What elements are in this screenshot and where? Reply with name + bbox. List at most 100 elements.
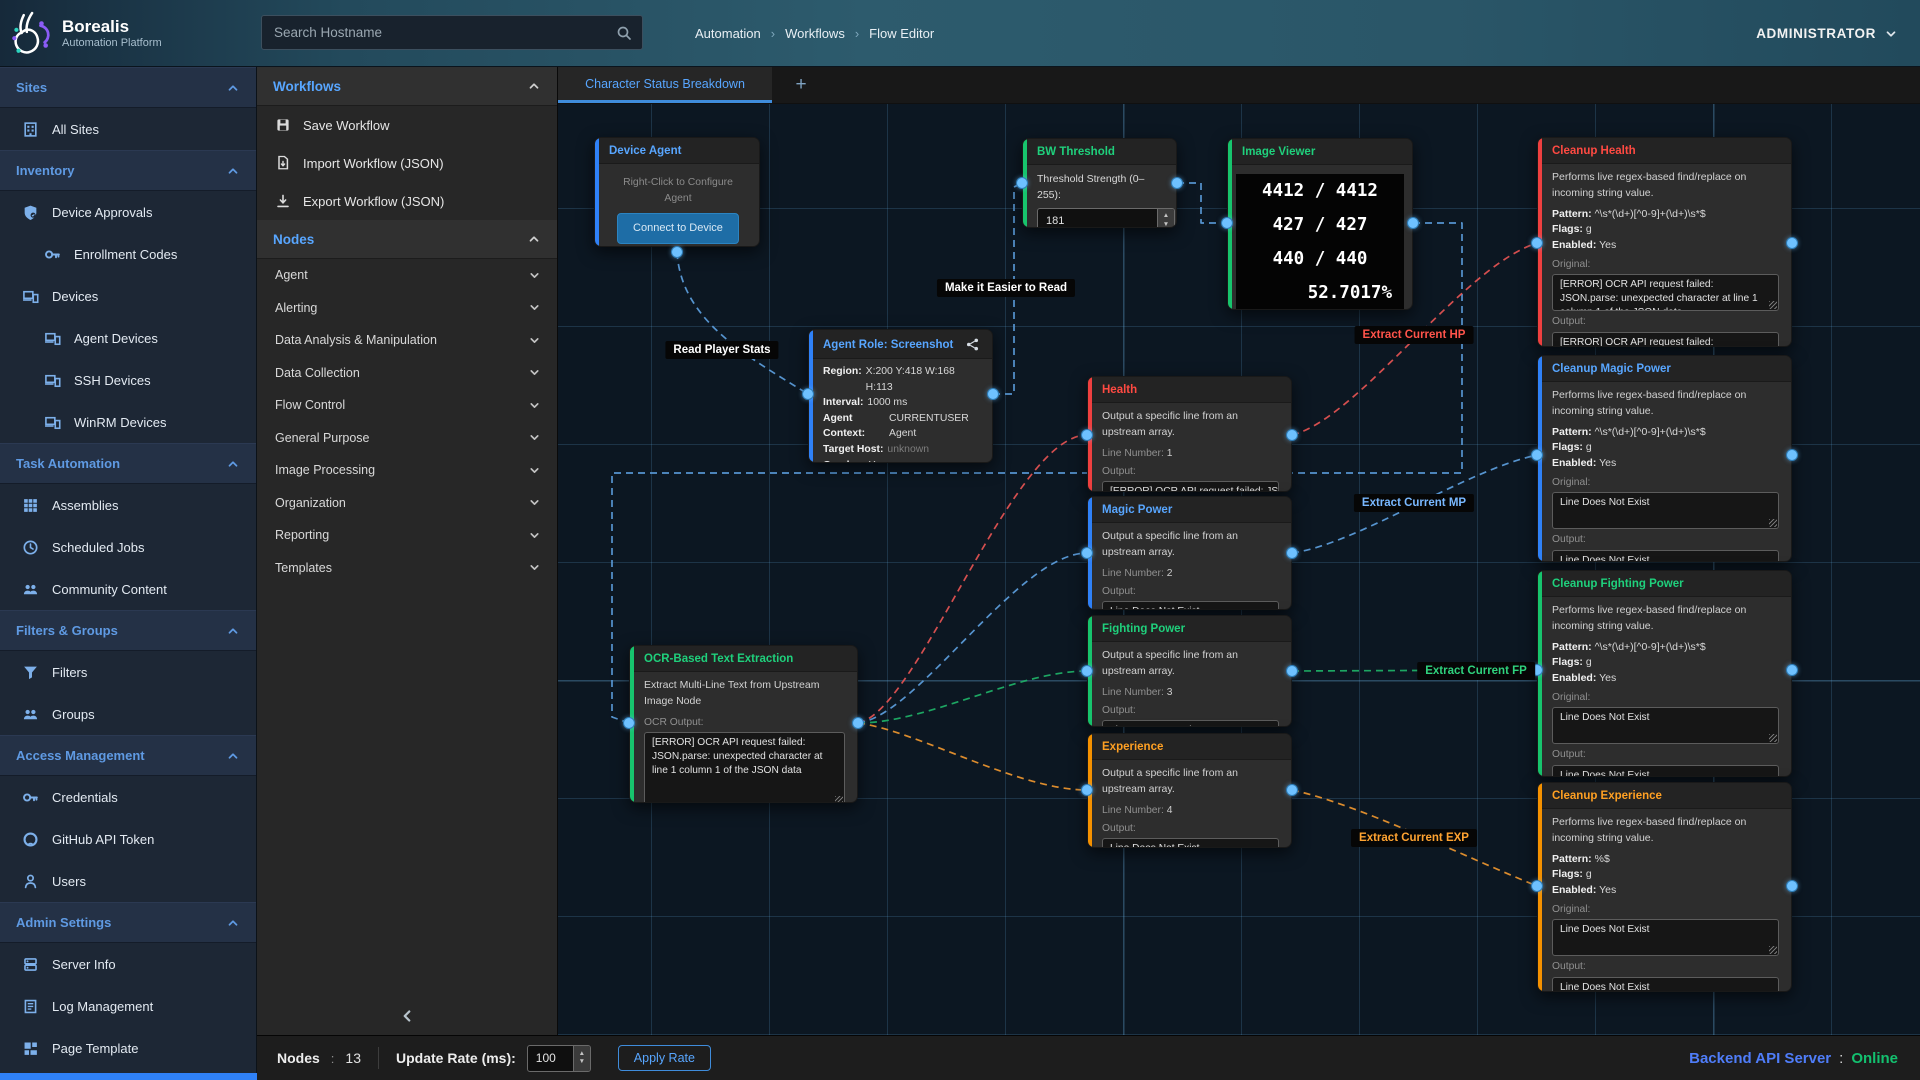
- sidebar-item-assemblies[interactable]: Assemblies: [0, 484, 256, 526]
- node-category-image-processing[interactable]: Image Processing: [257, 454, 557, 487]
- sidebar-section-task-automation[interactable]: Task Automation: [0, 443, 256, 484]
- tab-character-status-breakdown[interactable]: Character Status Breakdown: [558, 67, 772, 103]
- output-textarea[interactable]: Line Does Not Exist: [1102, 601, 1279, 610]
- sidebar-section-access-management[interactable]: Access Management: [0, 735, 256, 776]
- output-textarea[interactable]: [ERROR] OCR API request failed: JSON.par…: [1102, 481, 1279, 492]
- output-textarea[interactable]: Line Does Not Exist: [1102, 720, 1279, 727]
- sidebar-item-ssh-devices[interactable]: SSH Devices: [0, 359, 256, 401]
- panel-header-nodes[interactable]: Nodes: [257, 220, 557, 259]
- sidebar-item-filters[interactable]: Filters: [0, 651, 256, 693]
- node-category-flow-control[interactable]: Flow Control: [257, 389, 557, 422]
- port-cleanup-health-in[interactable]: [1531, 237, 1543, 249]
- new-tab-button[interactable]: +: [772, 67, 830, 103]
- node-category-data-collection[interactable]: Data Collection: [257, 357, 557, 390]
- node-cleanup-magic-power[interactable]: Cleanup Magic Power Performs live regex-…: [1537, 355, 1792, 562]
- port-cleanup-mp-out[interactable]: [1786, 449, 1798, 461]
- sidebar-item-server-info[interactable]: Server Info: [0, 943, 256, 985]
- port-magic-power-out[interactable]: [1286, 547, 1298, 559]
- share-icon[interactable]: [965, 337, 980, 352]
- port-health-out[interactable]: [1286, 429, 1298, 441]
- spinner-control[interactable]: ▲▼: [1157, 209, 1174, 229]
- port-cleanup-mp-in[interactable]: [1531, 449, 1543, 461]
- collapse-panel-button[interactable]: [257, 1007, 557, 1025]
- port-agent-role-in[interactable]: [802, 388, 814, 400]
- node-fighting-power[interactable]: Fighting Power Output a specific line fr…: [1087, 615, 1292, 727]
- brand[interactable]: Borealis Automation Platform: [8, 0, 258, 67]
- node-bw-threshold[interactable]: BW Threshold Threshold Strength (0–255):…: [1022, 138, 1177, 228]
- breadcrumb-workflows[interactable]: Workflows: [785, 26, 845, 41]
- port-bw-threshold-out[interactable]: [1171, 177, 1183, 189]
- port-device-agent-out[interactable]: [671, 246, 683, 258]
- output-textarea[interactable]: Line Does Not Exist: [1552, 765, 1779, 777]
- port-health-in[interactable]: [1081, 429, 1093, 441]
- node-cleanup-health[interactable]: Cleanup Health Performs live regex-based…: [1537, 137, 1792, 347]
- sidebar-item-log-management[interactable]: Log Management: [0, 985, 256, 1027]
- output-textarea[interactable]: Line Does Not Exist: [1552, 550, 1779, 562]
- threshold-input[interactable]: [1038, 209, 1157, 229]
- port-fighting-power-in[interactable]: [1081, 665, 1093, 677]
- user-menu[interactable]: ADMINISTRATOR: [1756, 0, 1898, 67]
- sidebar-item-devices[interactable]: Devices: [0, 275, 256, 317]
- port-agent-role-out[interactable]: [987, 388, 999, 400]
- connect-to-device-button[interactable]: Connect to Device: [617, 213, 738, 244]
- node-category-agent[interactable]: Agent: [257, 259, 557, 292]
- sidebar-item-credentials[interactable]: Credentials: [0, 776, 256, 818]
- original-textarea[interactable]: Line Does Not Exist: [1552, 492, 1779, 529]
- output-textarea[interactable]: [ERROR] OCR API request failed: JSON.par…: [1552, 332, 1779, 347]
- port-experience-out[interactable]: [1286, 784, 1298, 796]
- sidebar-item-agent-devices[interactable]: Agent Devices: [0, 317, 256, 359]
- node-experience[interactable]: Experience Output a specific line from a…: [1087, 733, 1292, 848]
- flow-canvas[interactable]: Read Player Stats Make it Easier to Read…: [558, 104, 1920, 1035]
- sidebar-item-page-template[interactable]: Page Template: [0, 1027, 256, 1069]
- node-agent-role-screenshot[interactable]: Agent Role: Screenshot Region:X:200 Y:41…: [808, 329, 993, 463]
- sidebar-item-all-sites[interactable]: All Sites: [0, 108, 256, 150]
- search-input[interactable]: [262, 25, 616, 40]
- breadcrumb-automation[interactable]: Automation: [695, 26, 761, 41]
- sidebar-item-github-api-token[interactable]: GitHub API Token: [0, 818, 256, 860]
- save-workflow-button[interactable]: Save Workflow: [257, 106, 557, 144]
- node-cleanup-fighting-power[interactable]: Cleanup Fighting Power Performs live reg…: [1537, 570, 1792, 777]
- node-category-organization[interactable]: Organization: [257, 487, 557, 520]
- node-ocr-text-extraction[interactable]: OCR-Based Text Extraction Extract Multi-…: [629, 645, 858, 803]
- original-textarea[interactable]: [ERROR] OCR API request failed: JSON.par…: [1552, 274, 1779, 311]
- breadcrumb-flow-editor[interactable]: Flow Editor: [869, 26, 934, 41]
- node-cleanup-experience[interactable]: Cleanup Experience Performs live regex-b…: [1537, 782, 1792, 992]
- node-category-reporting[interactable]: Reporting: [257, 519, 557, 552]
- update-rate-input[interactable]: [528, 1046, 573, 1071]
- sidebar-section-admin-settings[interactable]: Admin Settings: [0, 902, 256, 943]
- sidebar-item-users[interactable]: Users: [0, 860, 256, 902]
- output-textarea[interactable]: Line Does Not Exist: [1552, 977, 1779, 992]
- port-cleanup-fp-out[interactable]: [1786, 664, 1798, 676]
- spinner-control[interactable]: ▲▼: [573, 1046, 590, 1071]
- ocr-output-textarea[interactable]: [ERROR] OCR API request failed: JSON.par…: [644, 732, 845, 803]
- port-cleanup-exp-in[interactable]: [1531, 880, 1543, 892]
- sidebar-item-community-content[interactable]: Community Content: [0, 568, 256, 610]
- sidebar-item-device-approvals[interactable]: Device Approvals: [0, 191, 256, 233]
- node-device-agent[interactable]: Device Agent Right-Click to Configure Ag…: [594, 137, 760, 247]
- node-category-alerting[interactable]: Alerting: [257, 292, 557, 325]
- sidebar-section-filters-groups[interactable]: Filters & Groups: [0, 610, 256, 651]
- port-bw-threshold-in[interactable]: [1016, 177, 1028, 189]
- node-category-templates[interactable]: Templates: [257, 552, 557, 585]
- panel-header-workflows[interactable]: Workflows: [257, 67, 557, 106]
- original-textarea[interactable]: Line Does Not Exist: [1552, 919, 1779, 956]
- port-image-viewer-out[interactable]: [1407, 217, 1419, 229]
- port-ocr-in[interactable]: [623, 717, 635, 729]
- port-ocr-out[interactable]: [852, 717, 864, 729]
- sidebar-item-enrollment-codes[interactable]: Enrollment Codes: [0, 233, 256, 275]
- node-magic-power[interactable]: Magic Power Output a specific line from …: [1087, 496, 1292, 610]
- sidebar-item-scheduled-jobs[interactable]: Scheduled Jobs: [0, 526, 256, 568]
- port-cleanup-exp-out[interactable]: [1786, 880, 1798, 892]
- node-image-viewer[interactable]: Image Viewer 4412 / 4412 427 / 427 440 /…: [1227, 138, 1413, 310]
- sidebar-section-inventory[interactable]: Inventory: [0, 150, 256, 191]
- node-category-general-purpose[interactable]: General Purpose: [257, 422, 557, 455]
- sidebar-section-sites[interactable]: Sites: [0, 67, 256, 108]
- sidebar-item-winrm-devices[interactable]: WinRM Devices: [0, 401, 256, 443]
- port-fighting-power-out[interactable]: [1286, 665, 1298, 677]
- original-textarea[interactable]: Line Does Not Exist: [1552, 707, 1779, 744]
- port-cleanup-health-out[interactable]: [1786, 237, 1798, 249]
- port-magic-power-in[interactable]: [1081, 547, 1093, 559]
- sidebar-item-groups[interactable]: Groups: [0, 693, 256, 735]
- import-workflow-button[interactable]: Import Workflow (JSON): [257, 144, 557, 182]
- node-category-data-analysis[interactable]: Data Analysis & Manipulation: [257, 324, 557, 357]
